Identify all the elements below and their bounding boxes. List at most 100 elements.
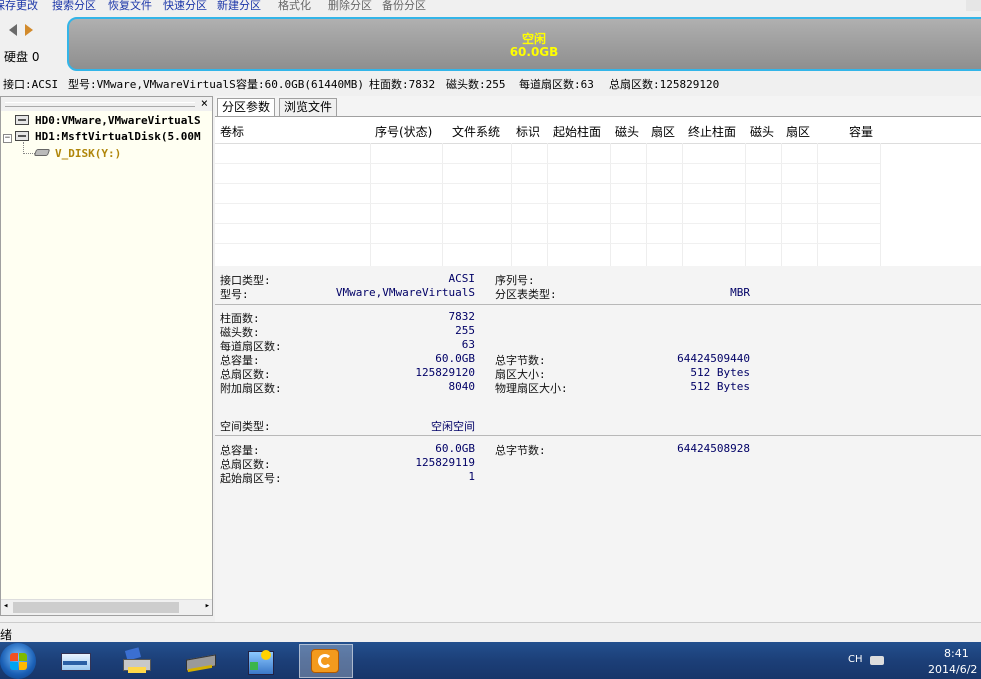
free-total-capacity-value: 60.0GB xyxy=(435,442,475,455)
section-divider xyxy=(215,304,981,305)
extra-sectors-value: 8040 xyxy=(448,380,476,393)
info-sectors-per-track: 每道扇区数:63 xyxy=(519,78,594,91)
server-manager-icon[interactable] xyxy=(58,647,92,675)
partition-table-type-value: MBR xyxy=(730,286,750,299)
interface-type-value: ACSI xyxy=(448,272,476,285)
col-end-sector[interactable]: 扇区 xyxy=(786,123,810,140)
col-start-head[interactable]: 磁头 xyxy=(615,123,639,140)
toolbar-search-partition-button[interactable]: 搜索分区 xyxy=(52,0,96,11)
col-start-cylinder[interactable]: 起始柱面 xyxy=(553,123,601,140)
clock-date[interactable]: 2014/6/2 xyxy=(928,663,977,676)
status-bar: 绪 xyxy=(0,622,981,643)
tree-item-v-disk[interactable]: V_DISK(Y:) xyxy=(55,147,121,160)
disk-tree-pane: × HD0:VMware,VMwareVirtualS − HD1:MsftVi… xyxy=(0,96,213,616)
column-divider xyxy=(442,143,443,267)
keyboard-icon[interactable] xyxy=(870,656,884,665)
toolbar-backup-partition-button[interactable]: 备份分区 xyxy=(382,0,426,11)
start-logo-green xyxy=(19,653,27,661)
right-pane: 分区参数 浏览文件 卷标 序号(状态) 文件系统 标识 起始柱面 磁头 扇区 终… xyxy=(215,96,981,622)
column-divider xyxy=(610,143,611,267)
diskgenius-icon xyxy=(311,649,339,673)
start-logo-blue xyxy=(10,662,18,670)
heads-value: 255 xyxy=(455,324,475,337)
col-start-sector[interactable]: 扇区 xyxy=(651,123,675,140)
tab-partition-params[interactable]: 分区参数 xyxy=(217,98,276,116)
column-divider xyxy=(511,143,512,267)
start-logo-yellow xyxy=(19,662,27,670)
column-divider xyxy=(781,143,782,267)
free-space-partition-bar[interactable]: 空闲 60.0GB xyxy=(67,17,981,71)
toolbar-quick-partition-button[interactable]: 快速分区 xyxy=(163,0,207,11)
col-end-head[interactable]: 磁头 xyxy=(750,123,774,140)
start-sector-value: 1 xyxy=(468,470,475,483)
tree-horizontal-scrollbar[interactable]: ◂ ▸ xyxy=(1,599,212,615)
next-disk-arrow-icon[interactable] xyxy=(25,24,33,36)
tree-grip xyxy=(5,102,195,107)
tree-item-hd0[interactable]: HD0:VMware,VMwareVirtualS xyxy=(35,114,201,127)
tree-item-hd1[interactable]: HD1:MsftVirtualDisk(5.00M xyxy=(35,130,201,143)
scroll-left-icon[interactable]: ◂ xyxy=(3,601,8,611)
info-total-sectors: 总扇区数:125829120 xyxy=(609,78,720,91)
control-panel-icon[interactable] xyxy=(244,647,278,675)
col-index-status[interactable]: 序号(状态) xyxy=(375,123,432,140)
previous-disk-arrow-icon[interactable] xyxy=(9,24,17,36)
disk-bar-area: 硬盘 0 空闲 60.0GB xyxy=(0,11,981,73)
toolbar-delete-partition-button[interactable]: 删除分区 xyxy=(328,0,372,11)
start-sector-label: 起始扇区号: xyxy=(220,472,282,485)
tree-header: × xyxy=(1,96,212,111)
column-divider xyxy=(646,143,647,267)
table-header: 卷标 序号(状态) 文件系统 标识 起始柱面 磁头 扇区 终止柱面 磁头 扇区 … xyxy=(215,117,981,144)
close-icon[interactable]: × xyxy=(201,96,208,110)
memory-chip-icon[interactable] xyxy=(183,647,217,675)
toolbar-new-partition-button[interactable]: 新建分区 xyxy=(217,0,261,11)
info-interface: 接口:ACSI xyxy=(3,78,59,91)
disk-info-line: 接口:ACSI 型号:VMware,VMwareVirtualS 容量:60.0… xyxy=(0,73,981,93)
status-text: 绪 xyxy=(0,628,13,642)
space-type-label: 空间类型: xyxy=(220,420,271,433)
column-divider xyxy=(745,143,746,267)
scroll-right-icon[interactable]: ▸ xyxy=(205,601,210,611)
partition-table-type-label: 分区表类型: xyxy=(495,288,557,301)
volume-drive-icon xyxy=(33,149,51,156)
info-heads: 磁头数:255 xyxy=(446,78,506,91)
info-cylinders: 柱面数:7832 xyxy=(369,78,436,91)
row-divider xyxy=(215,163,880,164)
col-filesystem[interactable]: 文件系统 xyxy=(452,123,500,140)
row-divider xyxy=(215,203,880,204)
free-total-bytes-label: 总字节数: xyxy=(495,444,546,457)
toolbar-recover-files-button[interactable]: 恢复文件 xyxy=(108,0,152,11)
diskgenius-taskbar-button[interactable] xyxy=(299,644,353,678)
partition-size: 60.0GB xyxy=(509,45,559,59)
row-divider xyxy=(215,243,880,244)
clock-time[interactable]: 8:41 xyxy=(944,647,969,660)
tree-connector xyxy=(4,118,14,128)
column-divider xyxy=(880,143,881,267)
extra-sectors-label: 附加扇区数: xyxy=(220,382,282,395)
row-divider xyxy=(215,223,880,224)
col-id[interactable]: 标识 xyxy=(516,123,540,140)
printer-icon[interactable] xyxy=(120,647,154,675)
windows-taskbar: CH 8:41 2014/6/2 xyxy=(0,642,981,679)
tab-browse-files[interactable]: 浏览文件 xyxy=(279,98,338,116)
start-button-icon[interactable] xyxy=(0,643,36,679)
partition-table: 卷标 序号(状态) 文件系统 标识 起始柱面 磁头 扇区 终止柱面 磁头 扇区 … xyxy=(215,116,981,267)
disk-label: 硬盘 0 xyxy=(4,50,40,64)
physical-sector-size-value: 512 Bytes xyxy=(690,380,750,393)
free-total-sectors-value: 125829119 xyxy=(415,456,475,469)
scrollbar-thumb[interactable] xyxy=(13,602,179,613)
tree-collapse-icon[interactable]: − xyxy=(3,134,12,143)
info-capacity: 容量:60.0GB(61440MB) xyxy=(236,78,364,91)
col-capacity[interactable]: 容量 xyxy=(849,123,873,140)
hard-disk-icon xyxy=(15,115,29,125)
total-sectors-value: 125829120 xyxy=(415,366,475,379)
col-volume-label[interactable]: 卷标 xyxy=(220,123,244,140)
sectors-per-track-value: 63 xyxy=(461,338,475,351)
toolbar-format-button[interactable]: 格式化 xyxy=(278,0,311,11)
row-divider xyxy=(215,183,880,184)
col-end-cylinder[interactable]: 终止柱面 xyxy=(688,123,736,140)
input-language-indicator[interactable]: CH xyxy=(848,654,863,665)
details-panel: 接口类型: ACSI 序列号: 型号: VMware,VMwareVirtual… xyxy=(215,266,981,622)
total-capacity-value: 60.0GB xyxy=(435,352,475,365)
toolbar-save-button[interactable]: 保存更改 xyxy=(0,0,38,11)
column-divider xyxy=(547,143,548,267)
